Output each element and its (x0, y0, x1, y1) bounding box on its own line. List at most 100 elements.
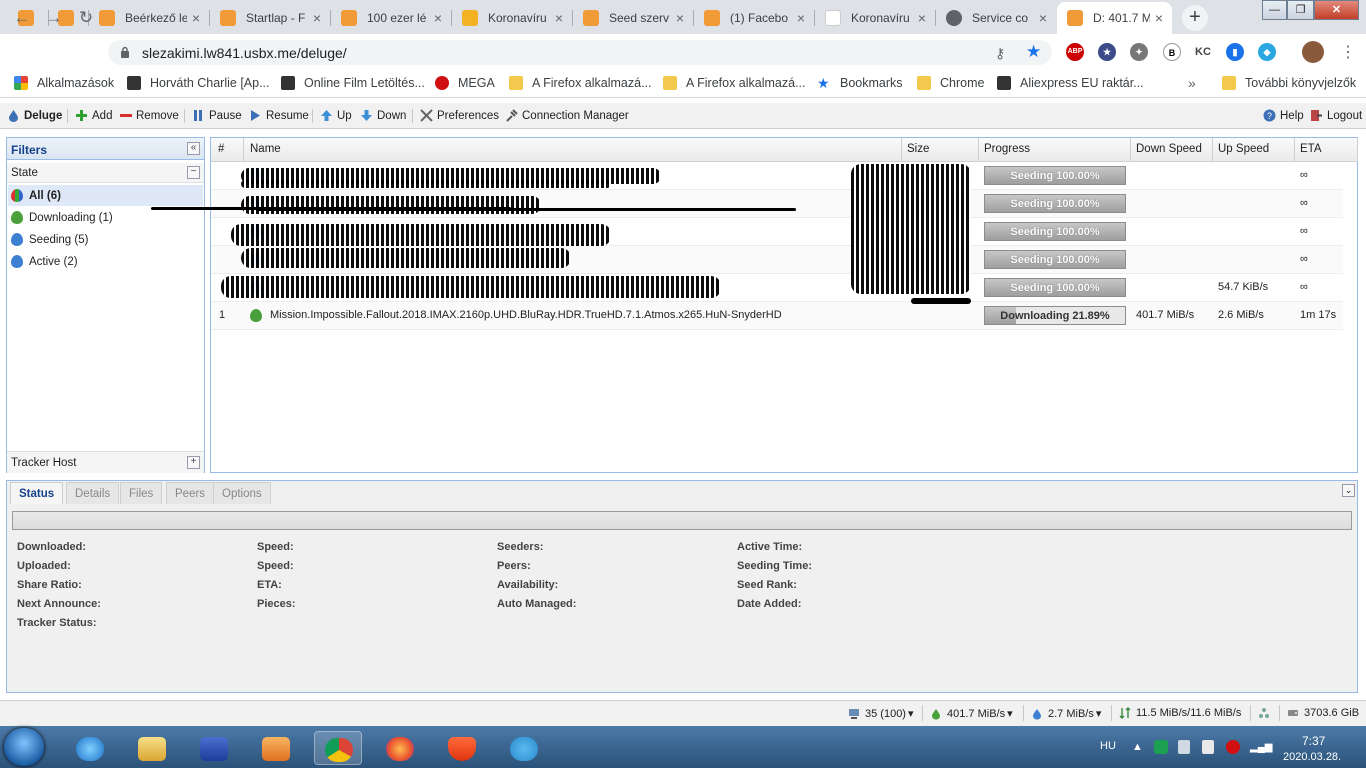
language-indicator[interactable]: HU (1100, 740, 1116, 752)
column-header[interactable]: Down Speed (1136, 143, 1202, 155)
column-header[interactable]: Name (250, 143, 281, 155)
browser-tab[interactable]: Koronavíru × (452, 2, 572, 34)
add-button[interactable]: Add (75, 109, 112, 122)
column-header[interactable]: Progress (984, 143, 1030, 155)
logout-button[interactable]: Logout (1310, 109, 1362, 122)
filter-item[interactable]: Active (2) (11, 255, 78, 268)
column-header[interactable]: Size (907, 143, 929, 155)
bookmark-item[interactable]: Alkalmazások (14, 76, 114, 90)
tray-expand-icon[interactable]: ▲ (1132, 741, 1143, 753)
collapse-state-icon[interactable]: − (187, 166, 200, 179)
bookmark-item[interactable]: Online Film Letöltés... (281, 76, 425, 90)
bookmark-item[interactable]: A Firefox alkalmazá... (509, 76, 652, 90)
more-bookmarks-button[interactable]: » (1188, 75, 1196, 91)
close-tab-icon[interactable]: × (550, 10, 568, 26)
telegram-taskbar[interactable] (500, 731, 548, 765)
bookmark-item[interactable]: Aliexpress EU raktár... (997, 76, 1144, 90)
browser-tab[interactable]: Service co × (936, 2, 1056, 34)
tracker-host-group[interactable]: Tracker Host + (7, 451, 204, 473)
close-tab-icon[interactable]: × (308, 10, 326, 26)
menu-kebab-icon[interactable]: ⋮ (1340, 42, 1356, 62)
save-extension-icon[interactable]: ▮ (1226, 43, 1244, 61)
filter-item[interactable]: Seeding (5) (11, 233, 88, 246)
maximize-button[interactable]: ❐ (1287, 0, 1314, 20)
pause-button[interactable]: Pause (192, 109, 242, 122)
new-tab-button[interactable]: + (1182, 5, 1208, 31)
close-tab-icon[interactable]: × (1150, 10, 1168, 26)
down-button[interactable]: Down (360, 109, 406, 122)
volume-muted-icon[interactable] (1178, 740, 1190, 754)
browser-tab[interactable]: Startlap - F × (210, 2, 330, 34)
help-button[interactable]: ? Help (1263, 109, 1304, 122)
up-button[interactable]: Up (320, 109, 352, 122)
close-tab-icon[interactable]: × (429, 10, 447, 26)
profile-avatar[interactable] (1302, 41, 1324, 63)
adblock-icon[interactable]: ABP (1066, 43, 1084, 61)
bookmark-item[interactable]: Chrome (917, 76, 984, 90)
close-window-button[interactable]: ✕ (1314, 0, 1359, 20)
b-extension-icon[interactable]: B (1163, 43, 1181, 61)
brave-taskbar[interactable] (438, 731, 486, 765)
remove-button[interactable]: Remove (119, 109, 179, 122)
chrome-taskbar[interactable] (314, 731, 362, 765)
resume-button[interactable]: Resume (249, 109, 309, 122)
clock-time[interactable]: 7:37 (1302, 734, 1325, 748)
details-tab[interactable]: Details (66, 482, 120, 504)
collapse-filters-icon[interactable]: « (187, 142, 200, 155)
extension-star-icon[interactable]: ★ (1098, 43, 1116, 61)
filter-item[interactable]: All (6) (11, 189, 61, 202)
puzzle-icon[interactable]: ✦ (1130, 43, 1148, 61)
column-header[interactable]: ETA (1300, 143, 1322, 155)
details-tab[interactable]: Status (10, 482, 64, 504)
bookmark-star-icon[interactable]: ★ (1026, 42, 1041, 62)
bookmark-item[interactable]: Horváth Charlie [Ap... (127, 76, 270, 90)
clipboard-tray-icon[interactable] (1202, 740, 1214, 754)
filter-item[interactable]: Downloading (1) (11, 211, 113, 224)
close-tab-icon[interactable]: × (913, 10, 931, 26)
upload-speed-status[interactable]: 2.7 MiB/s ▾ (1031, 707, 1101, 720)
download-speed-status[interactable]: 401.7 MiB/s ▾ (930, 707, 1013, 720)
close-tab-icon[interactable]: × (671, 10, 689, 26)
bookmark-item[interactable]: MEGA (435, 76, 495, 90)
browser-tab[interactable]: Koronavíru × (815, 2, 935, 34)
preferences-button[interactable]: Preferences (420, 109, 499, 122)
minimize-button[interactable]: — (1262, 0, 1287, 20)
close-tab-icon[interactable]: × (1034, 10, 1052, 26)
details-tab[interactable]: Options (213, 482, 271, 504)
internet-explorer-taskbar[interactable] (66, 731, 114, 765)
clock-date[interactable]: 2020.03.28. (1283, 751, 1341, 763)
collapse-details-icon[interactable]: ⌄ (1342, 484, 1355, 497)
expand-tracker-icon[interactable]: + (187, 456, 200, 469)
explorer-taskbar[interactable] (128, 731, 176, 765)
reload-icon[interactable]: ↻ (74, 6, 98, 30)
key-icon[interactable]: ⚷ (995, 45, 1005, 62)
state-group-header[interactable]: State − (7, 163, 204, 183)
forward-icon[interactable]: → (42, 6, 66, 30)
save-app-taskbar[interactable] (190, 731, 238, 765)
bookmark-item[interactable]: ★ Bookmarks (817, 76, 903, 90)
column-header[interactable]: # (218, 143, 224, 155)
network-signal-icon[interactable]: ▂▄▆ (1250, 742, 1272, 753)
browser-tab[interactable]: (1) Facebo × (694, 2, 814, 34)
media-player-taskbar[interactable] (252, 731, 300, 765)
close-tab-icon[interactable]: × (792, 10, 810, 26)
connections-status[interactable]: 35 (100) ▾ (848, 707, 914, 720)
browser-tab[interactable]: Seed szerv × (573, 2, 693, 34)
browser-tab[interactable]: Beérkező le × (89, 2, 209, 34)
details-tab[interactable]: Peers (166, 482, 215, 504)
details-tab[interactable]: Files (120, 482, 163, 504)
mega-tray-icon[interactable] (1226, 740, 1240, 754)
firefox-taskbar[interactable] (376, 731, 424, 765)
connection-manager-button[interactable]: Connection Manager (505, 109, 629, 122)
browser-tab[interactable]: D: 401.7 M × (1057, 2, 1172, 34)
vpn-extension-icon[interactable]: ◆ (1258, 43, 1276, 61)
column-header[interactable]: Up Speed (1218, 143, 1269, 155)
other-bookmarks[interactable]: További könyvjelzők (1222, 76, 1356, 90)
kc-extension-icon[interactable]: KC (1194, 43, 1212, 61)
browser-tab[interactable]: 100 ezer lé × (331, 2, 451, 34)
close-tab-icon[interactable]: × (187, 10, 205, 26)
back-icon[interactable]: ← (10, 6, 34, 30)
tray-app-icon[interactable] (1154, 740, 1168, 754)
start-button[interactable] (4, 728, 44, 766)
bookmark-item[interactable]: A Firefox alkalmazá... (663, 76, 806, 90)
